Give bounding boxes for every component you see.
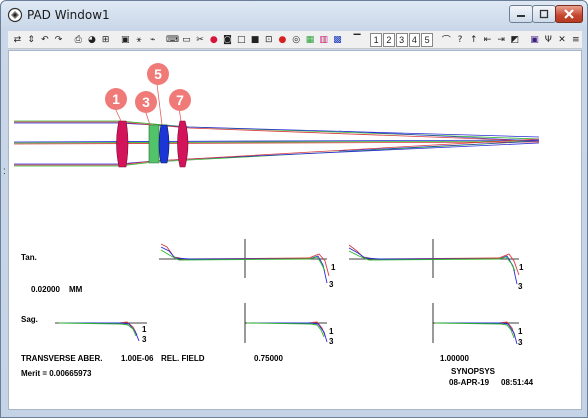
sag-curve-label-1: 1 — [142, 325, 147, 334]
left-end-icon[interactable]: ⇤ — [481, 33, 494, 47]
square-icon[interactable]: ■ — [249, 33, 262, 47]
lens-marker-1: 1 — [105, 88, 127, 110]
page-button-4[interactable]: 4 — [408, 32, 421, 47]
camera-icon[interactable]: ◙ — [221, 33, 234, 47]
bars-icon[interactable]: ▥ — [317, 33, 330, 47]
page-button-2[interactable]: 2 — [383, 32, 395, 47]
tan-curve-label-3: 3 — [329, 280, 334, 289]
toggle-arrows-icon[interactable]: ⇄ — [11, 33, 24, 47]
scale-value: 0.02000 — [31, 285, 60, 294]
redo-icon[interactable]: ↷ — [52, 33, 65, 47]
tan-curve-label-1: 1 — [331, 263, 336, 272]
dots-icon[interactable]: ● — [207, 33, 220, 47]
page-button-1[interactable]: 1 — [370, 32, 383, 47]
sag-curve-label-3: 3 — [142, 335, 147, 344]
app-icon — [7, 7, 23, 23]
scale-unit: MM — [69, 285, 83, 294]
pad-window: PAD Window1 ⇄ ⇕ ↶ ↷ ⎙ ◕ ⊞ ▣ ⚹ ⌁ ⌨ ▭ ✂ ● … — [0, 0, 588, 418]
lens-marker-7: 7 — [169, 89, 191, 111]
panel-icon[interactable]: ▣ — [528, 33, 541, 47]
undo-icon[interactable]: ↶ — [38, 33, 51, 47]
side-marker: : — [3, 166, 6, 177]
tools-icon[interactable]: ✂ — [194, 33, 207, 47]
menu-icon[interactable]: ≡ — [569, 33, 582, 47]
aberration-axes — [55, 239, 519, 343]
sag-label: Sag. — [21, 315, 38, 324]
target-icon[interactable]: ◎ — [290, 33, 303, 47]
page-button-5[interactable]: 5 — [421, 32, 434, 47]
lens-marker-5: 5 — [147, 63, 169, 85]
sag-curve-label-3c: 3 — [518, 338, 523, 347]
title-bar[interactable]: PAD Window1 — [1, 1, 587, 29]
footer-field: REL. FIELD — [161, 354, 205, 363]
keyboard-icon[interactable]: ⌨ — [166, 33, 179, 47]
close-icon — [564, 9, 574, 19]
lens-marker-3: 3 — [135, 91, 157, 113]
screen-icon[interactable]: ▣ — [119, 33, 132, 47]
tan-curves — [160, 243, 520, 285]
frame-icon[interactable]: ⊡ — [262, 33, 275, 47]
merit-value: Merit = 0.00665973 — [21, 369, 92, 378]
close-button[interactable] — [555, 5, 583, 23]
plot-canvas: 1 3 5 7 Tan. 0.02000 MM Sag. 1 3 1 3 1 3… — [8, 50, 582, 410]
color-map-icon[interactable]: ▦ — [304, 33, 317, 47]
sag-curves — [58, 321, 518, 345]
ruler-icon[interactable]: ▭ — [180, 33, 193, 47]
measure-icon[interactable]: ▔ — [351, 33, 364, 47]
toolbar: ⇄ ⇕ ↶ ↷ ⎙ ◕ ⊞ ▣ ⚹ ⌁ ⌨ ▭ ✂ ● ◙ □ ■ ⊡ ● ◎ … — [8, 31, 582, 49]
print-icon[interactable]: ⎙ — [72, 33, 85, 47]
sag-curve-label-1c: 1 — [518, 327, 523, 336]
tan-curve-label-1b: 1 — [519, 263, 524, 272]
delete-icon[interactable]: ✕ — [556, 33, 569, 47]
ray-trace-layout — [13, 120, 540, 167]
brand-label: SYNOPSYS — [451, 367, 496, 376]
time-label: 08:51:44 — [501, 378, 534, 387]
tan-label: Tan. — [21, 253, 37, 262]
up-arrow-icon[interactable]: ↑ — [467, 33, 480, 47]
right-end-icon[interactable]: ⇥ — [495, 33, 508, 47]
help-icon[interactable]: ? — [454, 33, 467, 47]
page-button-3[interactable]: 3 — [395, 32, 408, 47]
maximize-button[interactable] — [532, 5, 556, 23]
date-label: 08-APR-19 — [449, 378, 490, 387]
blank-icon[interactable]: □ — [235, 33, 248, 47]
scale-icon[interactable]: ⌁ — [146, 33, 159, 47]
field-mid: 0.75000 — [254, 354, 283, 363]
sag-curve-label-3b: 3 — [329, 337, 334, 346]
field-max: 1.00000 — [440, 354, 469, 363]
lens-elements — [116, 120, 189, 168]
record-icon[interactable]: ● — [276, 33, 289, 47]
filter-icon[interactable]: Ψ — [542, 33, 555, 47]
tan-curve-label-3b: 3 — [518, 282, 523, 291]
minimize-icon — [517, 15, 525, 17]
ray-fan-icon[interactable]: ⚹ — [133, 33, 146, 47]
curve-icon[interactable]: ⌒ — [440, 33, 453, 47]
minimize-button[interactable] — [509, 5, 533, 23]
resize-icon[interactable]: ⇕ — [25, 33, 38, 47]
pattern-icon[interactable]: ▩ — [331, 33, 344, 47]
window-title: PAD Window1 — [27, 8, 110, 22]
maximize-icon — [539, 9, 549, 19]
sag-curve-label-1b: 1 — [329, 327, 334, 336]
footer-value: 1.00E-06 — [121, 354, 154, 363]
grid-icon[interactable]: ⊞ — [99, 33, 112, 47]
chart-icon[interactable]: ◩ — [509, 33, 522, 47]
footer-title: TRANSVERSE ABER. — [21, 354, 103, 363]
palette-icon[interactable]: ◕ — [86, 33, 99, 47]
